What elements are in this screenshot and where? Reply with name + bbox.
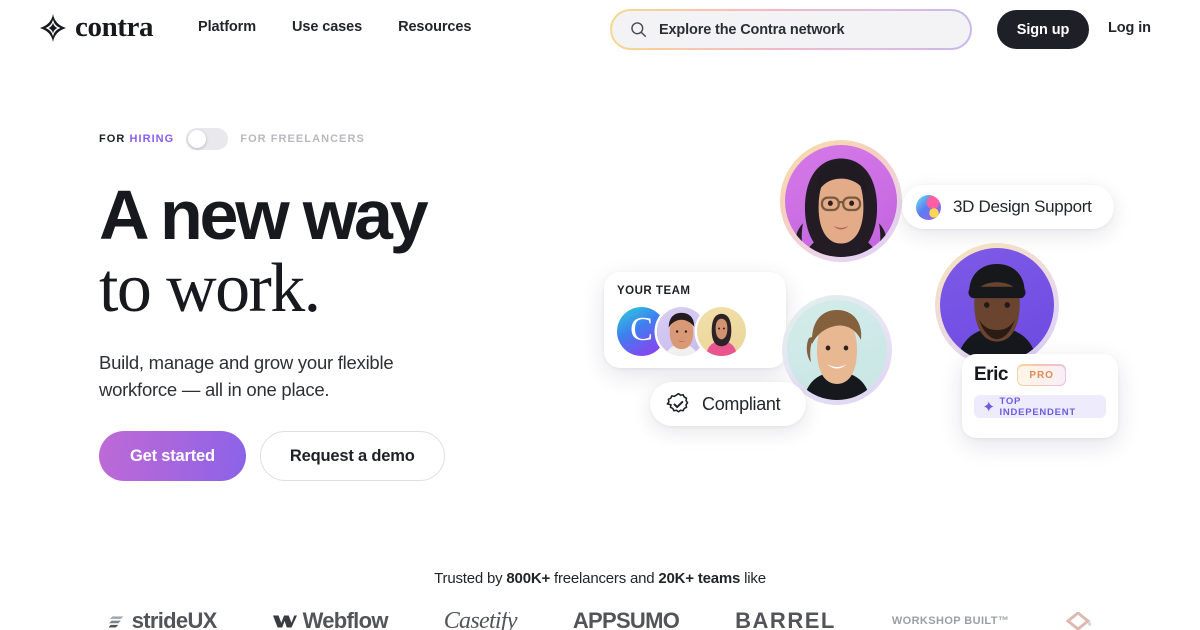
- toggle-label-freelancers: FOR FREELANCERS: [240, 133, 365, 145]
- eric-profile-card: Eric PRO TOP INDEPENDENT: [962, 354, 1118, 438]
- logo-casetify-label: Casetify: [443, 612, 518, 630]
- logo-workshop-built-label: WORKSHOP BUILT™: [891, 615, 1010, 627]
- chip-3d-label: 3D Design Support: [953, 197, 1092, 216]
- headline-line-1: A new way: [99, 176, 429, 254]
- contra-logo-letter: C: [630, 311, 653, 348]
- brand-name: contra: [75, 11, 154, 43]
- top-independent-badge: TOP INDEPENDENT: [974, 395, 1106, 418]
- gradient-orb-icon: [916, 194, 941, 220]
- chip-compliant-label: Compliant: [702, 393, 781, 414]
- request-demo-button[interactable]: Request a demo: [259, 431, 445, 482]
- logo-diamond-mark: [1065, 612, 1092, 630]
- logo-barrel: BARREL: [735, 612, 836, 630]
- nav-item-platform[interactable]: Platform: [198, 19, 256, 35]
- search-placeholder: Explore the Contra network: [659, 21, 845, 38]
- logo-appsumo: APPSUMO: [572, 612, 680, 630]
- pro-badge: PRO: [1016, 364, 1067, 386]
- logo-workshop-built: WORKSHOP BUILT™: [892, 615, 1009, 627]
- avatar-woman-photo: [793, 158, 889, 257]
- avatar-woman: [780, 140, 902, 262]
- stride-mark-icon: [108, 615, 124, 627]
- contra-star-icon: [984, 401, 994, 412]
- hero-subheadline: Build, manage and grow your flexible wor…: [99, 351, 394, 400]
- your-team-card: YOUR TEAM C: [604, 272, 786, 368]
- avatar-man-photo: [803, 310, 871, 400]
- landing-page: contra Platform Use cases Resources Expl…: [0, 0, 1200, 630]
- toggle-label-hiring-word: HIRING: [129, 133, 175, 145]
- hero-content: FOR HIRING FOR FREELANCERS A new way to …: [99, 128, 569, 482]
- avatar-eric-photo: [956, 263, 1038, 362]
- logo-casetify: Casetify: [443, 612, 518, 630]
- hero-cta-row: Get started Request a demo: [99, 431, 569, 482]
- nav-item-resources[interactable]: Resources: [398, 19, 471, 35]
- nav-item-use-cases[interactable]: Use cases: [292, 19, 362, 35]
- avatar-eric: [935, 243, 1059, 367]
- logo-webflow: Webflow: [272, 612, 389, 630]
- team-member-avatar-2: [697, 307, 746, 356]
- log-in-link[interactable]: Log in: [1108, 20, 1151, 36]
- search-input[interactable]: Explore the Contra network: [610, 9, 972, 50]
- main-nav: Platform Use cases Resources: [198, 19, 471, 35]
- site-header: contra Platform Use cases Resources Expl…: [0, 0, 1200, 58]
- hero-illustration: 3D Design Support YOUR TEAM C Compliant …: [596, 120, 1156, 480]
- audience-toggle-row: FOR HIRING FOR FREELANCERS: [99, 128, 569, 150]
- trusted-freelancer-count: 800K+: [506, 570, 551, 587]
- team-member-photo-2: [706, 313, 737, 356]
- headline-line-2: to work.: [99, 250, 321, 328]
- trusted-by-text: Trusted by 800K+ freelancers and 20K+ te…: [0, 570, 1200, 587]
- toggle-label-for: FOR: [99, 133, 126, 145]
- trusted-team-count: 20K+ teams: [658, 570, 741, 587]
- search-icon: [631, 22, 647, 38]
- pro-badge-label: PRO: [1018, 365, 1065, 385]
- trusted-middle: freelancers and: [550, 570, 659, 587]
- contra-star-icon: [40, 13, 66, 42]
- audience-toggle-switch[interactable]: [186, 128, 229, 150]
- client-logo-row: strideUX Webflow Casetify APPSUMO BARREL…: [0, 612, 1200, 630]
- brand-logo[interactable]: contra: [40, 11, 154, 43]
- eric-name: Eric: [974, 364, 1008, 385]
- top-independent-label: TOP INDEPENDENT: [999, 395, 1076, 418]
- toggle-label-hiring: FOR HIRING: [99, 133, 174, 145]
- logo-webflow-label: Webflow: [302, 612, 389, 630]
- toggle-knob: [188, 130, 207, 148]
- verified-badge-icon: [666, 392, 689, 413]
- sign-up-button[interactable]: Sign up: [997, 10, 1089, 49]
- chip-3d-design-support[interactable]: 3D Design Support: [902, 185, 1114, 229]
- your-team-avatars: C: [617, 307, 786, 356]
- get-started-button[interactable]: Get started: [99, 431, 246, 482]
- logo-barrel-label: BARREL: [735, 612, 836, 630]
- eric-card-header: Eric PRO: [974, 364, 1106, 386]
- trusted-suffix: like: [740, 570, 766, 587]
- logo-appsumo-label: APPSUMO: [572, 612, 680, 630]
- trusted-prefix: Trusted by: [434, 570, 507, 587]
- hero-headline: A new way to work.: [99, 176, 569, 328]
- webflow-mark-icon: [272, 615, 297, 628]
- chip-compliant[interactable]: Compliant: [650, 382, 807, 426]
- diamond-logo-icon: [1065, 612, 1092, 630]
- logo-strideux: strideUX: [108, 612, 218, 630]
- your-team-title: YOUR TEAM: [617, 285, 691, 297]
- logo-strideux-label: strideUX: [131, 612, 218, 630]
